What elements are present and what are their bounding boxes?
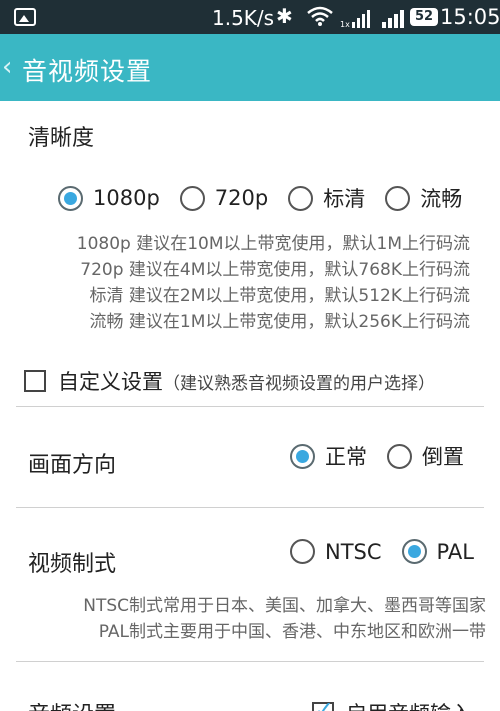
radio-label: 流畅	[420, 187, 463, 211]
audio-enable-label: 启用音频输入	[346, 698, 472, 711]
radio-1080p[interactable]: 1080p	[58, 185, 160, 211]
status-bar: 1.5K/s ✱ 1x 52 15:05	[0, 0, 500, 34]
radio-label: PAL	[436, 539, 474, 564]
wifi-icon	[307, 6, 333, 26]
image-icon	[14, 8, 36, 26]
description-line: NTSC制式常用于日本、美国、加拿大、墨西哥等国家	[83, 596, 486, 616]
network-speed: 1.5K/s	[212, 6, 275, 30]
radio-label: 1080p	[93, 186, 160, 210]
video-format-title: 视频制式	[28, 552, 117, 577]
audio-enable-row[interactable]: 启用音频输入	[312, 696, 472, 711]
description-line: 流畅 建议在1M以上带宽使用，默认256K上行码流	[89, 312, 470, 332]
radio-icon[interactable]	[385, 185, 411, 211]
svg-text:1x: 1x	[340, 20, 350, 28]
app-header: ‹ 音视频设置	[0, 34, 500, 101]
clock: 15:05	[440, 5, 500, 29]
radio-icon[interactable]	[58, 185, 83, 211]
back-icon[interactable]: ‹	[2, 52, 12, 82]
radio-icon[interactable]	[290, 539, 315, 564]
video-format-description: NTSC制式常用于日本、美国、加拿大、墨西哥等国家 PAL制式主要用于中国、香港…	[83, 593, 486, 645]
radio-label: 720p	[214, 186, 269, 210]
custom-settings-row[interactable]: 自定义设置 （建议熟悉音视频设置的用户选择）	[24, 366, 435, 396]
radio-inverted[interactable]: 倒置	[387, 441, 464, 471]
radio-720p[interactable]: 720p	[179, 185, 269, 211]
radio-icon[interactable]	[290, 443, 315, 469]
custom-settings-label: 自定义设置	[58, 370, 163, 394]
radio-icon[interactable]	[288, 185, 314, 211]
radio-label: NTSC	[325, 539, 382, 564]
radio-pal[interactable]: PAL	[401, 539, 474, 564]
resolution-description: 1080p 建议在10M以上带宽使用，默认1M上行码流 720p 建议在4M以上…	[77, 231, 470, 335]
radio-ntsc[interactable]: NTSC	[290, 539, 382, 564]
page-title: 音视频设置	[22, 57, 153, 86]
description-line: 1080p 建议在10M以上带宽使用，默认1M上行码流	[76, 234, 470, 254]
description-line: 720p 建议在4M以上带宽使用，默认768K上行码流	[80, 260, 470, 280]
orientation-options: 正常 倒置	[290, 441, 464, 471]
custom-settings-checkbox[interactable]	[24, 370, 46, 392]
description-line: 标清 建议在2M以上带宽使用，默认512K上行码流	[89, 286, 470, 306]
divider	[16, 507, 484, 508]
resolution-title: 清晰度	[28, 126, 95, 151]
signal-icon: 1x	[340, 10, 370, 28]
radio-label: 正常	[325, 445, 367, 469]
divider	[16, 406, 484, 407]
video-format-options: NTSC PAL	[290, 539, 474, 564]
bluetooth-icon: ✱	[276, 4, 293, 28]
resolution-options: 1080p 720p 标清 流畅	[58, 183, 462, 213]
radio-normal[interactable]: 正常	[290, 441, 367, 471]
radio-label: 倒置	[422, 445, 464, 469]
radio-icon[interactable]	[387, 443, 412, 469]
description-line: PAL制式主要用于中国、香港、中东地区和欧洲一带	[98, 622, 486, 642]
radio-label: 标清	[323, 187, 366, 211]
divider	[16, 661, 484, 662]
radio-smooth[interactable]: 流畅	[385, 183, 462, 213]
radio-icon[interactable]	[179, 185, 205, 211]
radio-icon[interactable]	[401, 539, 427, 564]
battery-icon: 52	[410, 8, 438, 26]
radio-sd[interactable]: 标清	[288, 183, 365, 213]
signal-icon-2	[382, 10, 404, 28]
audio-title: 音频设置	[28, 697, 116, 711]
audio-enable-checkbox[interactable]	[312, 696, 334, 711]
orientation-title: 画面方向	[28, 453, 117, 478]
custom-settings-hint: （建议熟悉音视频设置的用户选择）	[163, 373, 435, 394]
